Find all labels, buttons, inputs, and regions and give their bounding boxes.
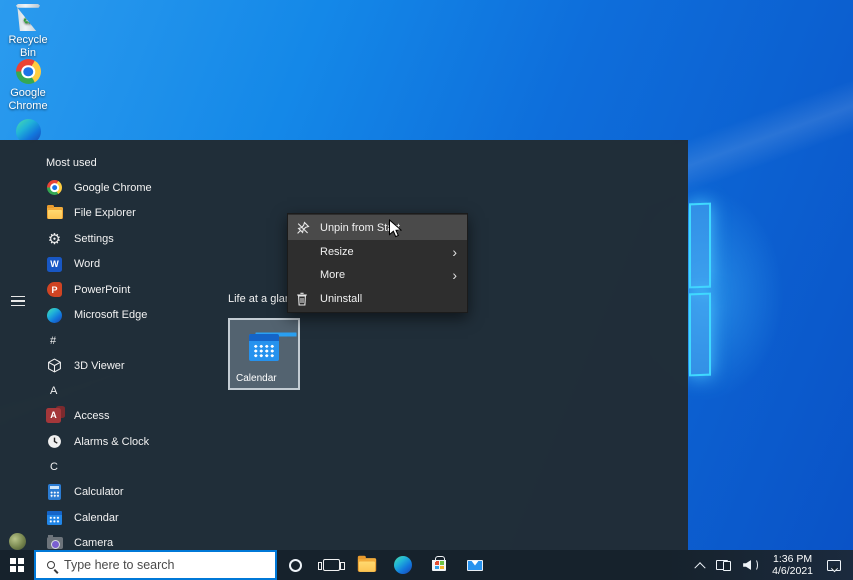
taskbar: 1:36 PM 4/6/2021	[0, 550, 853, 580]
context-menu-item-uninstall[interactable]: Uninstall	[288, 287, 467, 311]
recycle-bin-icon: ♻	[16, 4, 40, 31]
task-view-button[interactable]	[313, 550, 349, 580]
app-list-item-access[interactable]: A Access	[36, 404, 246, 430]
app-list-item-alarms-clock[interactable]: Alarms & Clock	[36, 429, 246, 455]
calculator-icon	[46, 484, 63, 501]
network-icon	[716, 560, 731, 571]
chevron-right-icon: ›	[452, 247, 457, 257]
store-button[interactable]	[421, 550, 457, 580]
chrome-icon	[16, 59, 41, 84]
app-list-section-header[interactable]: #	[36, 328, 246, 353]
calendar-tile-label: Calendar	[236, 373, 277, 384]
desktop-icon-recycle-bin[interactable]: ♻ Recycle Bin	[2, 4, 54, 60]
chevron-right-icon: ›	[452, 270, 457, 280]
context-menu-item-resize[interactable]: Resize ›	[288, 240, 467, 264]
store-icon	[432, 560, 446, 571]
app-list-section-header[interactable]: C	[36, 455, 246, 480]
file-explorer-button[interactable]	[349, 550, 385, 580]
app-list-item-3d-viewer[interactable]: 3D Viewer	[36, 353, 246, 379]
user-avatar[interactable]	[9, 533, 26, 550]
mouse-cursor	[388, 219, 402, 239]
action-center-icon	[827, 560, 841, 571]
chevron-up-icon	[694, 562, 705, 573]
access-icon: A	[46, 408, 63, 425]
app-list-section-header: Most used	[36, 150, 246, 175]
task-view-icon	[323, 559, 340, 571]
mail-button[interactable]	[457, 550, 493, 580]
file-explorer-icon	[46, 205, 63, 222]
desktop: ♻ Recycle Bin Google Chrome ⚙ Most used	[0, 0, 853, 580]
powerpoint-icon: P	[46, 281, 63, 298]
app-list-item-settings[interactable]: ⚙ Settings	[36, 226, 246, 252]
taskbar-pinned-icons	[277, 550, 493, 580]
tray-overflow-button[interactable]	[690, 550, 710, 580]
volume-button[interactable]	[737, 550, 764, 580]
expand-menu-button[interactable]	[10, 293, 26, 309]
system-tray: 1:36 PM 4/6/2021	[690, 550, 853, 580]
calendar-tile[interactable]: Calendar	[228, 318, 300, 390]
calendar-tile-icon	[249, 334, 279, 361]
edge-icon	[394, 556, 412, 574]
windows-logo-icon	[10, 558, 24, 572]
taskbar-clock[interactable]: 1:36 PM 4/6/2021	[764, 550, 821, 580]
edge-button[interactable]	[385, 550, 421, 580]
gear-icon: ⚙	[46, 230, 63, 247]
app-list-item-google-chrome[interactable]: Google Chrome	[36, 175, 246, 201]
app-list-item-word[interactable]: W Word	[36, 252, 246, 278]
clock-icon	[46, 433, 63, 450]
speaker-waves	[752, 559, 758, 571]
search-icon	[47, 561, 55, 569]
unpin-icon	[296, 221, 320, 235]
action-center-button[interactable]	[821, 550, 847, 580]
3d-cube-icon	[46, 357, 63, 374]
app-list-item-calculator[interactable]: Calculator	[36, 480, 246, 506]
edge-icon	[46, 307, 63, 324]
desktop-icon-label: Recycle Bin	[2, 34, 54, 60]
app-list-item-file-explorer[interactable]: File Explorer	[36, 201, 246, 227]
cortana-button[interactable]	[277, 550, 313, 580]
search-input[interactable]	[64, 558, 234, 572]
calendar-icon	[46, 509, 63, 526]
app-list-item-powerpoint[interactable]: P PowerPoint	[36, 277, 246, 303]
start-button[interactable]	[0, 550, 34, 580]
context-menu-label: Uninstall	[320, 293, 362, 305]
desktop-icon-google-chrome[interactable]: Google Chrome	[2, 59, 54, 113]
cortana-icon	[289, 559, 302, 572]
context-menu-label: More	[320, 269, 345, 281]
mail-icon	[467, 560, 483, 571]
app-list-item-microsoft-edge[interactable]: Microsoft Edge	[36, 303, 246, 329]
word-icon: W	[46, 256, 63, 273]
desktop-icon-label: Google Chrome	[4, 87, 52, 113]
taskbar-search-box[interactable]	[34, 550, 277, 580]
chrome-icon	[46, 179, 63, 196]
clock-time: 1:36 PM	[773, 553, 812, 565]
hamburger-icon	[11, 296, 25, 298]
tile-context-menu: Unpin from Start Resize › More › Uninsta…	[287, 213, 468, 313]
app-list-section-header[interactable]: A	[36, 379, 246, 404]
trash-icon	[296, 292, 320, 306]
context-menu-item-unpin-from-start[interactable]: Unpin from Start	[288, 215, 467, 240]
file-explorer-icon	[358, 558, 376, 572]
recycle-symbol: ♻	[23, 14, 34, 27]
start-menu-rail: ⚙	[0, 140, 36, 550]
network-button[interactable]	[710, 550, 737, 580]
wallpaper-windows-logo-pane	[689, 203, 711, 289]
context-menu-label: Resize	[320, 246, 354, 258]
start-menu-app-list: Most used Google Chrome File Explorer ⚙ …	[36, 150, 246, 556]
app-list-item-calendar[interactable]: Calendar	[36, 505, 246, 531]
clock-date: 4/6/2021	[772, 565, 813, 577]
context-menu-item-more[interactable]: More ›	[288, 264, 467, 288]
wallpaper-windows-logo-pane	[689, 293, 711, 377]
speaker-icon	[743, 560, 751, 570]
start-menu: ⚙ Most used Google Chrome File Explorer …	[0, 140, 688, 550]
